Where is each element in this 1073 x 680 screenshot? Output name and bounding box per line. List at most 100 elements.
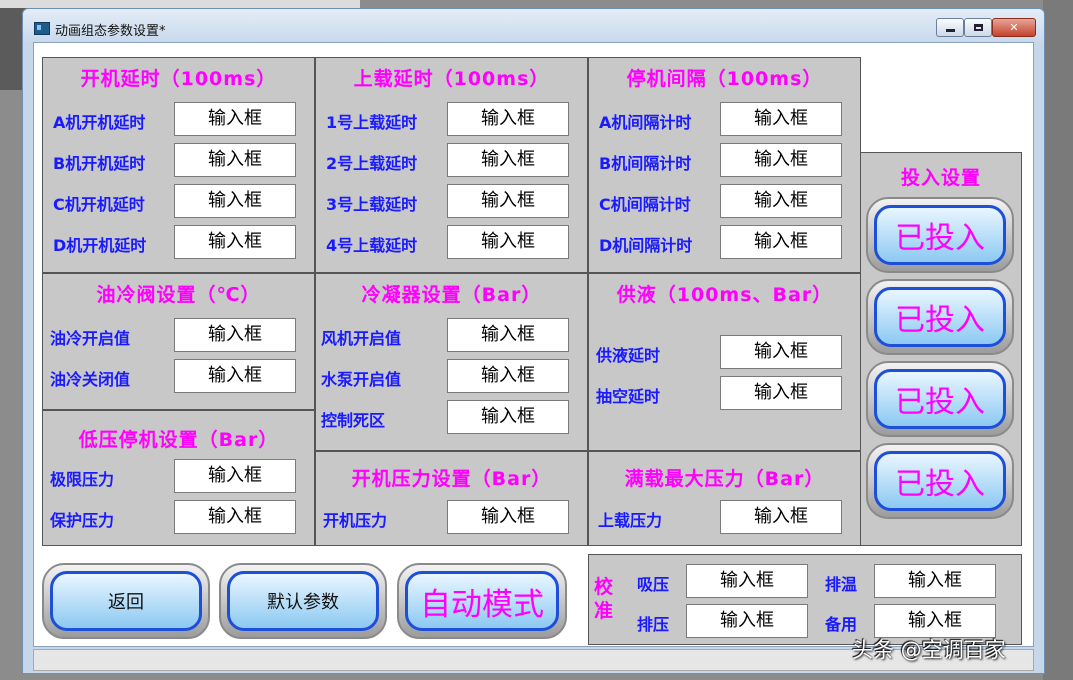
minimize-icon [945,29,955,32]
input-dead-zone[interactable]: 输入框 [447,400,569,434]
input-load-delay-1[interactable]: 输入框 [447,102,569,136]
input-oil-open[interactable]: 输入框 [174,318,296,352]
panel-title: 油冷阀设置（℃） [96,284,261,306]
calibration-title: 校准 [594,576,614,622]
label-d-startup-delay: D机开机延时 [53,236,147,255]
enable-button-3[interactable]: 已投入 [866,361,1014,437]
label-pump-open: 水泵开启值 [321,370,402,389]
close-icon: ✕ [1009,21,1019,34]
label-b-startup-delay: B机开机延时 [53,154,146,173]
panel-oil-cooling: 油冷阀设置（℃） 油冷开启值 输入框 油冷关闭值 输入框 [42,273,315,410]
panel-title: 开机压力设置（Bar） [351,468,552,490]
label-suction-pressure: 吸压 [637,575,670,594]
input-d-startup-delay[interactable]: 输入框 [174,225,296,259]
panel-load-delay: 上载延时（100ms） 1号上载延时 输入框 2号上载延时 输入框 3号上载延时… [315,57,588,273]
panel-title: 投入设置 [900,167,981,189]
label-dead-zone: 控制死区 [321,411,386,430]
input-startup-pressure[interactable]: 输入框 [447,500,569,534]
panel-title: 供液（100ms、Bar） [616,284,833,306]
input-suction-pressure[interactable]: 输入框 [686,564,808,598]
enable-button-4-label: 已投入 [895,467,985,502]
input-d-interval[interactable]: 输入框 [720,225,842,259]
maximize-icon [973,24,983,31]
label-spare: 备用 [825,615,858,634]
input-limit-pressure[interactable]: 输入框 [174,459,296,493]
watermark-text: 头条 @空调百家 [852,638,1006,662]
input-load-delay-4[interactable]: 输入框 [447,225,569,259]
input-load-delay-2[interactable]: 输入框 [447,143,569,177]
label-protect-pressure: 保护压力 [50,511,115,530]
label-load-delay-4: 4号上载延时 [326,236,418,255]
desktop-background-right [1043,0,1073,680]
label-load-delay-1: 1号上载延时 [326,113,418,132]
panel-title: 冷凝器设置（Bar） [361,284,542,306]
label-d-interval: D机间隔计时 [599,236,693,255]
label-c-startup-delay: C机开机延时 [53,195,145,214]
label-oil-close: 油冷关闭值 [50,370,131,389]
label-fan-open: 风机开启值 [321,329,402,348]
panel-title: 满载最大压力（Bar） [624,468,825,490]
input-c-startup-delay[interactable]: 输入框 [174,184,296,218]
label-load-delay-2: 2号上载延时 [326,154,418,173]
input-fan-open[interactable]: 输入框 [447,318,569,352]
label-a-interval: A机间隔计时 [599,113,692,132]
default-params-button-label: 默认参数 [267,592,339,613]
input-a-startup-delay[interactable]: 输入框 [174,102,296,136]
back-button-label: 返回 [108,592,144,613]
close-button[interactable]: ✕ [992,18,1036,37]
input-supply-delay[interactable]: 输入框 [720,335,842,369]
panel-calibration: 校准 吸压 输入框 排温 输入框 排压 输入框 备用 输入框 [588,554,1022,645]
input-a-interval[interactable]: 输入框 [720,102,842,136]
input-discharge-pressure[interactable]: 输入框 [686,604,808,638]
input-spare[interactable]: 输入框 [874,604,996,638]
default-params-button[interactable]: 默认参数 [219,563,387,639]
enable-button-1[interactable]: 已投入 [866,197,1014,273]
window-title: 动画组态参数设置* [55,24,166,39]
minimize-button[interactable] [936,18,964,37]
panel-title: 停机间隔（100ms） [626,68,823,90]
input-b-interval[interactable]: 输入框 [720,143,842,177]
param-settings-window: 动画组态参数设置* ✕ 开机延时（100ms） A机开机延时 输入框 B机开机延… [22,8,1045,674]
auto-mode-button-label: 自动模式 [420,586,544,623]
label-discharge-temp: 排温 [825,575,858,594]
label-oil-open: 油冷开启值 [50,329,131,348]
enable-button-2-label: 已投入 [895,303,985,338]
panel-liquid-supply: 供液（100ms、Bar） 供液延时 输入框 抽空延时 输入框 [588,273,861,451]
maximize-button[interactable] [964,18,992,37]
auto-mode-button[interactable]: 自动模式 [397,563,567,639]
enable-button-3-label: 已投入 [895,385,985,420]
label-b-interval: B机间隔计时 [599,154,692,173]
input-evacuate-delay[interactable]: 输入框 [720,376,842,410]
panel-startup-pressure: 开机压力设置（Bar） 开机压力 输入框 [315,451,588,546]
label-evacuate-delay: 抽空延时 [596,387,661,406]
input-load-pressure[interactable]: 输入框 [720,500,842,534]
input-oil-close[interactable]: 输入框 [174,359,296,393]
input-b-startup-delay[interactable]: 输入框 [174,143,296,177]
panel-title: 低压停机设置（Bar） [78,429,279,451]
input-c-interval[interactable]: 输入框 [720,184,842,218]
enable-button-4[interactable]: 已投入 [866,443,1014,519]
app-icon [34,22,50,35]
label-limit-pressure: 极限压力 [50,470,115,489]
back-button[interactable]: 返回 [42,563,210,639]
label-load-delay-3: 3号上载延时 [326,195,418,214]
label-a-startup-delay: A机开机延时 [53,113,146,132]
input-pump-open[interactable]: 输入框 [447,359,569,393]
panel-startup-delay: 开机延时（100ms） A机开机延时 输入框 B机开机延时 输入框 C机开机延时… [42,57,315,273]
label-supply-delay: 供液延时 [596,346,661,365]
input-protect-pressure[interactable]: 输入框 [174,500,296,534]
panel-full-load-pressure: 满载最大压力（Bar） 上载压力 输入框 [588,451,861,546]
desktop-background-strip [0,0,360,8]
label-load-pressure: 上载压力 [598,511,663,530]
input-discharge-temp[interactable]: 输入框 [874,564,996,598]
panel-title: 开机延时（100ms） [80,68,277,90]
enable-button-2[interactable]: 已投入 [866,279,1014,355]
input-load-delay-3[interactable]: 输入框 [447,184,569,218]
panel-condenser: 冷凝器设置（Bar） 风机开启值 输入框 水泵开启值 输入框 控制死区 输入框 [315,273,588,451]
title-bar[interactable]: 动画组态参数设置* ✕ [23,9,1044,43]
client-area: 开机延时（100ms） A机开机延时 输入框 B机开机延时 输入框 C机开机延时… [33,42,1034,647]
panel-enable-settings: 投入设置 已投入 已投入 已投入 已投入 [860,152,1022,546]
label-c-interval: C机间隔计时 [599,195,691,214]
panel-stop-interval: 停机间隔（100ms） A机间隔计时 输入框 B机间隔计时 输入框 C机间隔计时… [588,57,861,273]
label-startup-pressure: 开机压力 [323,511,388,530]
